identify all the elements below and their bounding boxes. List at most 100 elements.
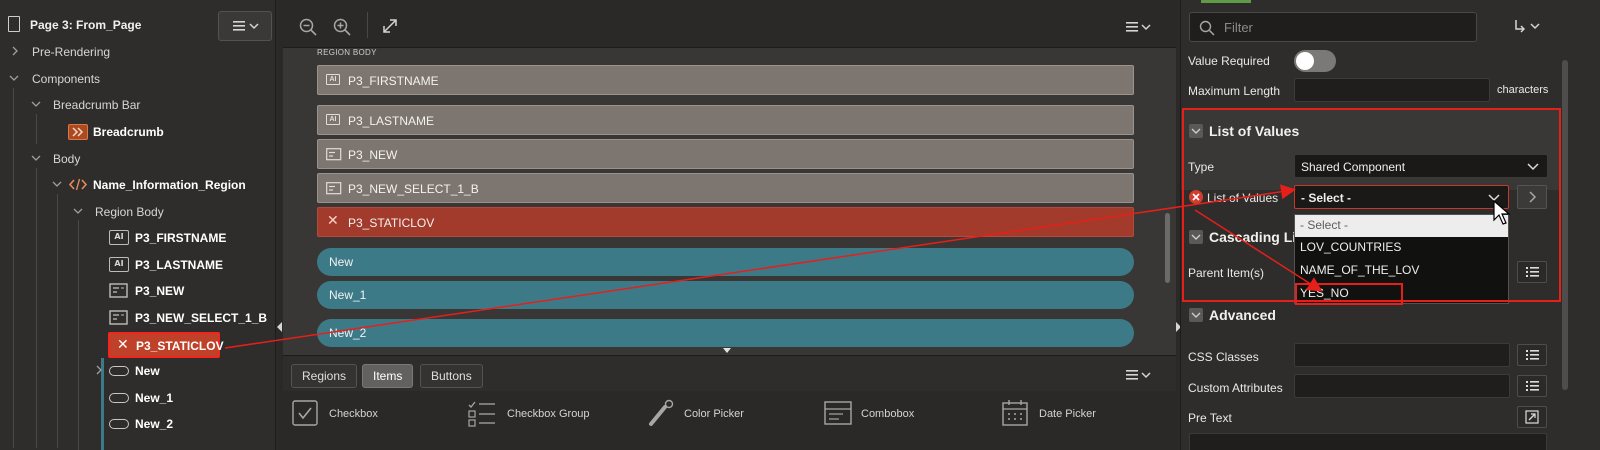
tree-node-components[interactable]: Components: [0, 66, 275, 92]
css-classes-input[interactable]: [1294, 343, 1510, 367]
lov-option-lov-countries[interactable]: LOV_COUNTRIES: [1295, 237, 1508, 259]
tree-node-p3-new[interactable]: P3_NEW: [0, 278, 275, 304]
value-required-toggle[interactable]: [1294, 50, 1336, 72]
error-x-icon: ✕: [117, 337, 129, 353]
tree-node-label: P3_FIRSTNAME: [135, 231, 227, 245]
layout-item-p3-firstname[interactable]: AI P3_FIRSTNAME: [317, 65, 1134, 95]
layout-item-p3-staticlov[interactable]: ✕ P3_STATICLOV: [317, 207, 1134, 237]
item-gallery: Checkbox Checkbox Group Color Picker Com…: [283, 391, 1176, 450]
gallery-item-label: Checkbox: [329, 408, 378, 420]
button-icon: [109, 419, 129, 429]
gallery-item-color-picker[interactable]: Color Picker: [647, 399, 757, 429]
tree-node-pre-rendering[interactable]: Pre-Rendering: [0, 39, 275, 65]
tree-node-region-body[interactable]: Region Body: [0, 199, 275, 225]
zoom-in-icon[interactable]: [333, 18, 351, 36]
layout-button-label: New_1: [329, 288, 367, 302]
maximum-length-input[interactable]: [1294, 78, 1490, 102]
toggle-knob: [1296, 52, 1314, 70]
tree-node-new-1[interactable]: New_1: [0, 385, 275, 411]
page-title: Page 3: From_Page: [30, 18, 142, 32]
tree-node-label: Body: [53, 152, 81, 166]
type-select-value: Shared Component: [1301, 160, 1406, 174]
expand-icon[interactable]: [382, 18, 398, 34]
tab-buttons[interactable]: Buttons: [420, 364, 483, 388]
code-region-icon: [68, 178, 88, 191]
collapse-toggle-icon: [1189, 308, 1203, 322]
tree-menu-button[interactable]: [218, 11, 272, 41]
type-label: Type: [1188, 160, 1215, 174]
tree-node-p3-staticlov[interactable]: ✕ P3_STATICLOV: [108, 332, 224, 358]
layout-button-label: New: [329, 255, 354, 269]
custom-attributes-input[interactable]: [1294, 374, 1510, 398]
parent-items-list-button[interactable]: [1517, 261, 1547, 283]
tree-node-label: New_2: [135, 417, 174, 431]
list-icon: [1526, 381, 1539, 391]
error-x-icon: ✕: [327, 213, 339, 229]
layout-item-p3-new-select-1-b[interactable]: P3_NEW_SELECT_1_B: [317, 173, 1134, 203]
pre-text-expand-button[interactable]: [1517, 406, 1547, 428]
gallery-item-combobox[interactable]: Combobox: [823, 399, 933, 429]
lov-option-name-of-the-lov[interactable]: NAME_OF_THE_LOV: [1295, 260, 1508, 282]
maximum-length-label: Maximum Length: [1188, 84, 1281, 98]
custom-attributes-label: Custom Attributes: [1188, 381, 1283, 395]
section-title: List of Values: [1209, 123, 1300, 139]
pre-text-input[interactable]: [1189, 433, 1547, 450]
tree-node-region[interactable]: Name_Information_Region: [0, 172, 275, 198]
value-required-label: Value Required: [1188, 54, 1270, 68]
list-of-values-label: List of Values: [1207, 191, 1279, 205]
tree-node-p3-new-select-1-b[interactable]: P3_NEW_SELECT_1_B: [0, 305, 275, 331]
collapse-down-icon[interactable]: [723, 348, 731, 354]
lov-option-select[interactable]: - Select -: [1295, 215, 1508, 237]
type-select[interactable]: Shared Component: [1294, 154, 1548, 178]
lov-dropdown-list: - Select - LOV_COUNTRIES NAME_OF_THE_LOV…: [1294, 214, 1509, 305]
text-field-icon: AI: [109, 230, 129, 245]
filter-input[interactable]: [1224, 18, 1464, 36]
select-list-icon: [326, 182, 342, 195]
hamburger-menu-icon[interactable]: [1126, 20, 1154, 34]
tree-node-p3-lastname[interactable]: AI P3_LASTNAME: [0, 252, 275, 278]
gallery-item-checkbox-group[interactable]: Checkbox Group: [467, 399, 597, 429]
go-to-group-icon[interactable]: [1513, 19, 1545, 35]
parent-items-label: Parent Item(s): [1188, 266, 1265, 280]
hamburger-menu-icon[interactable]: [1126, 368, 1154, 382]
gallery-item-label: Color Picker: [684, 408, 744, 420]
gallery-item-checkbox[interactable]: Checkbox: [291, 399, 401, 429]
tab-regions[interactable]: Regions: [291, 364, 358, 388]
expand-editor-icon: [1525, 410, 1539, 424]
tree-node-new-2[interactable]: New_2: [0, 411, 275, 437]
tree-node-label: Breadcrumb: [93, 125, 164, 139]
advanced-section-header[interactable]: Advanced: [1181, 298, 1600, 332]
tree-node-breadcrumb-bar[interactable]: Breadcrumb Bar: [0, 92, 275, 118]
layout-item-p3-new[interactable]: P3_NEW: [317, 139, 1134, 169]
layout-button-new[interactable]: New: [317, 248, 1134, 276]
layout-item-label: P3_LASTNAME: [348, 114, 435, 128]
layout-panel: REGION BODY AI P3_FIRSTNAME AI P3_LASTNA…: [283, 0, 1176, 450]
gallery-item-date-picker[interactable]: Date Picker: [1001, 399, 1121, 429]
zoom-out-icon[interactable]: [299, 18, 317, 36]
custom-attributes-list-button[interactable]: [1517, 375, 1547, 397]
rendering-tree-panel: Page 3: From_Page Pre-Rendering Componen…: [0, 0, 276, 450]
lov-go-button[interactable]: [1517, 185, 1547, 209]
chevron-down-icon: [73, 208, 83, 214]
error-icon: [1189, 190, 1203, 204]
layout-button-new-1[interactable]: New_1: [317, 281, 1134, 309]
layout-button-new-2[interactable]: New_2: [317, 319, 1134, 347]
list-of-values-select[interactable]: - Select -: [1294, 185, 1509, 209]
tree-node-new[interactable]: New: [0, 358, 275, 384]
tree-node-breadcrumb[interactable]: Breadcrumb: [0, 119, 275, 145]
lov-section-header[interactable]: List of Values: [1181, 114, 1600, 148]
filter-box[interactable]: [1189, 12, 1477, 42]
pre-text-label: Pre Text: [1188, 411, 1232, 425]
text-field-icon: AI: [109, 257, 129, 272]
tree-node-label: New_1: [135, 391, 174, 405]
canvas-scrollbar[interactable]: [1165, 213, 1170, 283]
tree-node-label: Name_Information_Region: [93, 178, 246, 192]
layout-item-p3-lastname[interactable]: AI P3_LASTNAME: [317, 105, 1134, 135]
tree-node-body[interactable]: Body: [0, 146, 275, 172]
css-classes-list-button[interactable]: [1517, 344, 1547, 366]
select-list-icon: [109, 283, 128, 298]
layout-item-label: P3_STATICLOV: [348, 216, 435, 230]
property-scrollbar[interactable]: [1562, 60, 1568, 390]
tree-node-p3-firstname[interactable]: AI P3_FIRSTNAME: [0, 225, 275, 251]
tab-items[interactable]: Items: [362, 364, 414, 388]
